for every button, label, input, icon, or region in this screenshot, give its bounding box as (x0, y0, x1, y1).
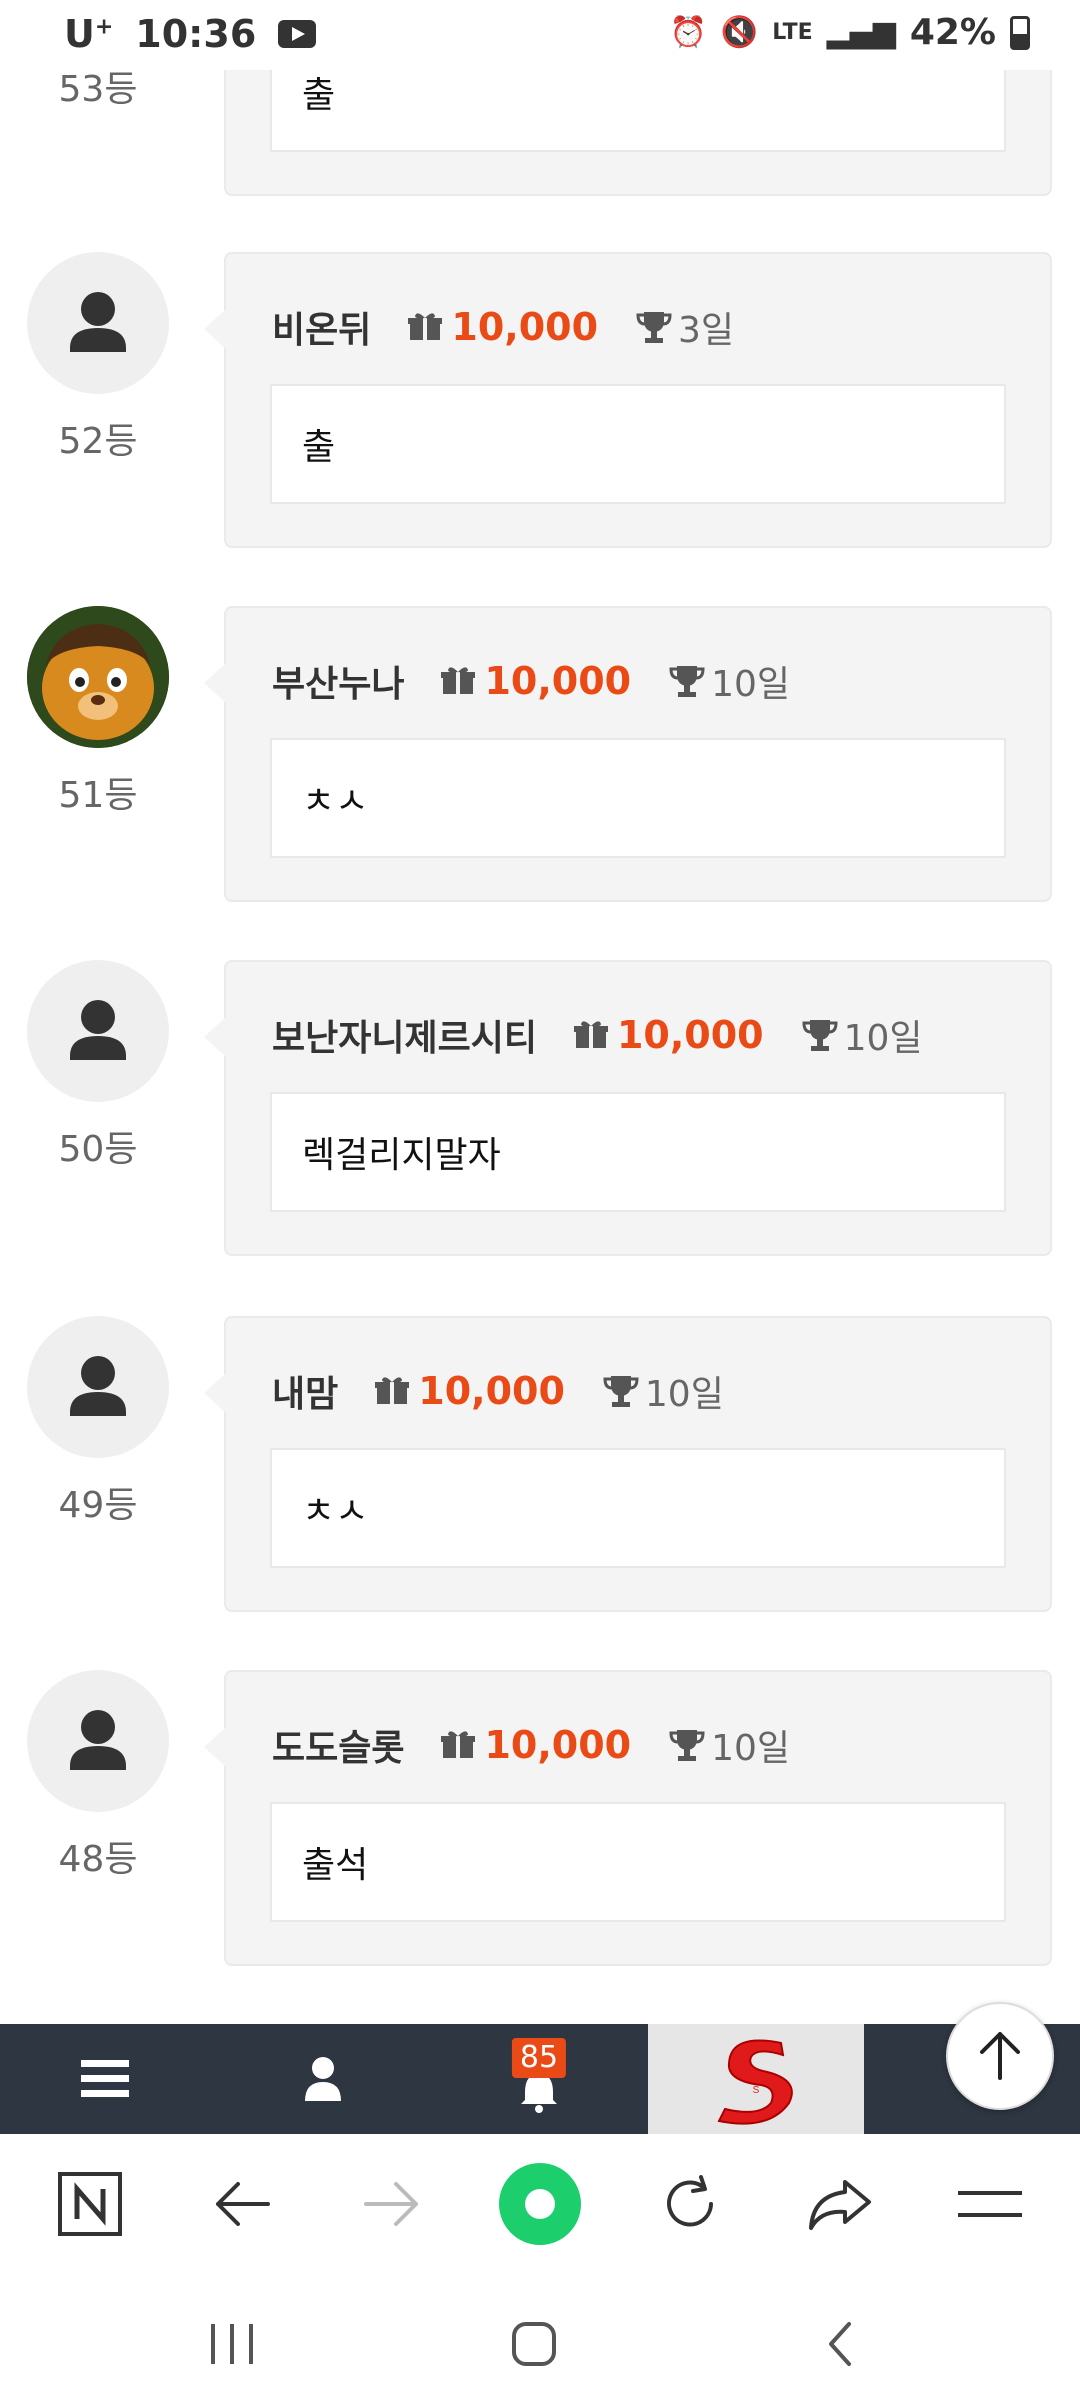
clock: 10:36 (135, 12, 257, 56)
gift-icon (375, 1377, 410, 1404)
menu-button[interactable] (30, 2024, 180, 2134)
signal-icon: ▂▄▆ (826, 15, 896, 50)
share-icon (809, 2180, 871, 2230)
streak-days: 10일 (843, 1018, 923, 1059)
sponsor-logo: S (717, 2039, 793, 2125)
recent-apps-button[interactable] (182, 2304, 282, 2384)
user-name[interactable]: 내맘 (272, 1365, 338, 1417)
battery-percent: 42% (909, 12, 996, 53)
trophy-icon (669, 1730, 705, 1761)
rank-label: 49등 (58, 1485, 138, 1526)
comment-card: 도도슬롯 10,000 10일 출석 (204, 1670, 1052, 1966)
home-icon (512, 2322, 556, 2366)
default-avatar-icon (70, 1710, 126, 1770)
carrier-label: U+ (64, 12, 114, 56)
rank-label: 51등 (58, 775, 138, 816)
list-item[interactable]: 48등 도도슬롯 10,000 10일 출석 (0, 1670, 1080, 1970)
home-button[interactable] (484, 2304, 584, 2384)
user-name[interactable]: 부산누나 (272, 655, 404, 707)
gift-icon (441, 1731, 476, 1758)
arrow-right-icon (364, 2182, 418, 2226)
trophy-icon (802, 1020, 838, 1051)
points-value: 10,000 (484, 1723, 632, 1767)
notification-badge: 85 (511, 2038, 567, 2078)
scroll-to-top-button[interactable] (946, 2002, 1054, 2110)
naver-n-icon (58, 2172, 122, 2236)
gift-icon (441, 667, 476, 694)
avatar[interactable] (27, 252, 169, 394)
rank-label: 48등 (58, 1839, 138, 1880)
battery-icon (1010, 15, 1030, 50)
comment-card: 보난자니제르시티 10,000 10일 렉걸리지말자 (204, 960, 1052, 1256)
list-item[interactable]: 52등 비온뒤 10,000 3일 출 (0, 252, 1080, 552)
streak-days: 10일 (711, 664, 791, 705)
user-name[interactable]: 도도슬롯 (272, 1719, 404, 1771)
list-item[interactable]: 49등 내맘 10,000 10일 ㅊㅅ (0, 1316, 1080, 1616)
sponsor-banner[interactable]: S (648, 2024, 864, 2134)
points-value: 10,000 (484, 659, 632, 703)
green-dot-button[interactable] (490, 2154, 590, 2254)
recents-icon (211, 2324, 253, 2364)
comment-card: 내맘 10,000 10일 ㅊㅅ (204, 1316, 1052, 1612)
avatar[interactable] (27, 1670, 169, 1812)
comment-message: ㅊㅅ (270, 738, 1006, 858)
streak-days: 3일 (678, 310, 735, 351)
rank-label: 52등 (58, 421, 138, 462)
notifications-button[interactable]: 85 (464, 2024, 614, 2134)
points-value: 10,000 (418, 1369, 565, 1413)
system-back-button[interactable] (790, 2304, 890, 2384)
avatar[interactable] (27, 960, 169, 1102)
site-bottom-bar: 85 S (0, 2024, 1080, 2134)
comment-message: 출 (270, 384, 1006, 504)
trophy-icon (636, 312, 672, 343)
gift-icon (408, 313, 443, 340)
streak-days: 10일 (644, 1374, 724, 1415)
youtube-icon (278, 20, 317, 48)
user-name[interactable]: 비온뒤 (272, 301, 371, 353)
points-value: 10,000 (451, 305, 599, 349)
comment-message: ㅊㅅ (270, 1448, 1006, 1568)
list-item[interactable]: 51등 부산누나 10,000 10일 ㅊㅅ (0, 606, 1080, 906)
chevron-left-icon (829, 2322, 851, 2366)
comment-card: 부산누나 10,000 10일 ㅊㅅ (204, 606, 1052, 902)
trophy-icon (669, 666, 705, 697)
comment-card: 비온뒤 10,000 3일 출 (204, 252, 1052, 548)
system-nav-bar (0, 2274, 1080, 2408)
trophy-icon (603, 1376, 639, 1407)
comment-message: 출석 (270, 1802, 1006, 1922)
reload-icon (667, 2175, 713, 2227)
hamburger-icon (81, 2060, 129, 2097)
reload-button[interactable] (640, 2154, 740, 2254)
menu-lines-icon (958, 2191, 1022, 2217)
user-icon (305, 2057, 341, 2101)
default-avatar-icon (70, 1000, 126, 1060)
forward-button[interactable] (342, 2154, 442, 2254)
browser-menu-button[interactable] (940, 2154, 1040, 2254)
default-avatar-icon (70, 292, 126, 352)
profile-button[interactable] (248, 2024, 398, 2134)
arrow-left-icon (216, 2182, 270, 2226)
rank-label: 50등 (58, 1129, 138, 1170)
green-dot-icon (499, 2163, 581, 2245)
streak-days: 10일 (711, 1728, 791, 1769)
list-item[interactable]: 50등 보난자니제르시티 10,000 10일 렉걸리지말자 (0, 960, 1080, 1260)
sponsor-letter: S (753, 2085, 760, 2096)
browser-toolbar (0, 2134, 1080, 2274)
default-avatar-icon (70, 1356, 126, 1416)
naver-home-button[interactable] (40, 2154, 140, 2254)
back-button[interactable] (192, 2154, 292, 2254)
user-name[interactable]: 보난자니제르시티 (272, 1009, 537, 1061)
status-bar: U+ 10:36 ⏰ 🔇 LTE ▂▄▆ 42% (0, 0, 1080, 70)
profile-photo-icon (27, 606, 169, 748)
arrow-up-icon (980, 2032, 1020, 2080)
share-button[interactable] (790, 2154, 890, 2254)
points-value: 10,000 (616, 1013, 764, 1057)
avatar[interactable] (27, 606, 169, 748)
comment-message: 렉걸리지말자 (270, 1092, 1006, 1212)
alarm-icon: ⏰ (669, 15, 707, 50)
gift-icon (573, 1021, 608, 1048)
network-label: LTE (772, 20, 813, 45)
mute-icon: 🔇 (720, 15, 759, 50)
avatar[interactable] (27, 1316, 169, 1458)
